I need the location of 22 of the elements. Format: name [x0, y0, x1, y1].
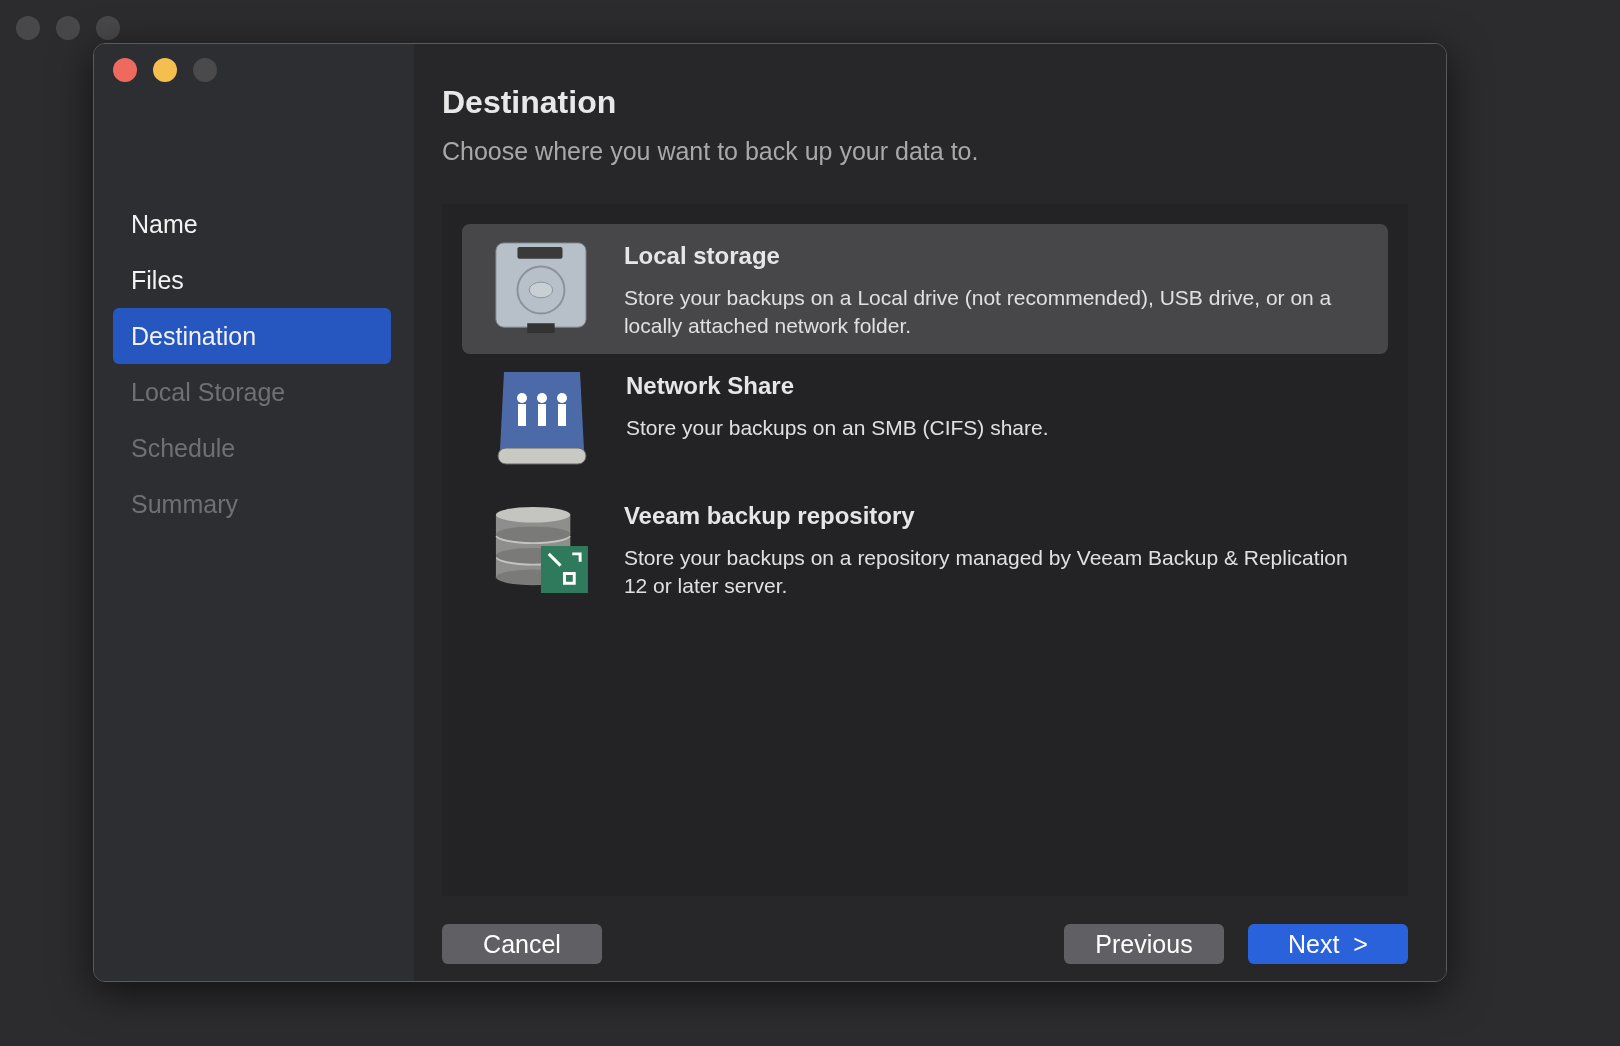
- sidebar-step[interactable]: Name: [113, 196, 391, 252]
- destination-option[interactable]: Local storage Store your backups on a Local drive (not recommended), USB drive, or on a locally attached network folder.: [462, 224, 1388, 354]
- close-button[interactable]: [113, 58, 137, 82]
- inactive-window-dot: [16, 16, 40, 40]
- inactive-window-dot: [56, 16, 80, 40]
- sidebar-step[interactable]: Destination: [113, 308, 391, 364]
- option-description: Store your backups on an SMB (CIFS) share.: [626, 415, 1049, 441]
- option-description: Store your backups on a Local drive (not recommended), USB drive, or on a locally attached network folder.: [623, 285, 1333, 339]
- next-button[interactable]: Next >: [1248, 924, 1408, 964]
- previous-button[interactable]: Previous: [1064, 924, 1224, 964]
- option-title: Network Share: [626, 372, 796, 400]
- minimize-button[interactable]: [153, 58, 177, 82]
- sidebar-step[interactable]: Files: [113, 252, 391, 308]
- destination-option[interactable]: Veeam backup repository Store your backups on a repository managed by Veeam Backup & Replication 12 or later server.: [462, 484, 1388, 614]
- page-subtitle: Choose where you want to back up your data to.: [442, 137, 980, 166]
- option-description: Store your backups on a repository managed by Veeam Backup & Replication 12 or later server.: [623, 545, 1349, 599]
- destination-option[interactable]: Network Share Store your backups on an SMB (CIFS) share.: [462, 354, 1388, 484]
- page-title: Destination: [442, 84, 618, 121]
- inactive-window-dot: [96, 16, 120, 40]
- option-title: Veeam backup repository: [623, 502, 916, 530]
- option-title: Local storage: [623, 242, 781, 270]
- cancel-button[interactable]: Cancel: [442, 924, 602, 964]
